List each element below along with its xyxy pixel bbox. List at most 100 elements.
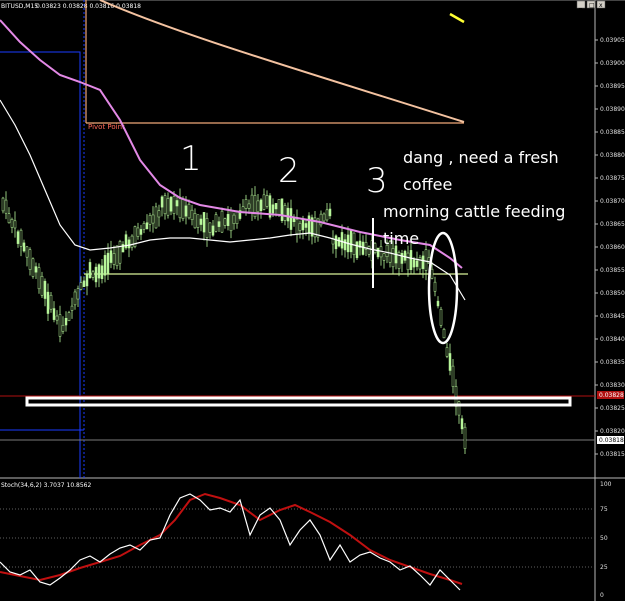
candle-body (229, 210, 233, 232)
candle-body (64, 318, 68, 326)
price-axis-label: 0.03870 (600, 198, 625, 205)
candle-body (373, 243, 377, 253)
candle-body (274, 203, 278, 210)
candle-body (376, 247, 380, 258)
candle-body (193, 213, 197, 229)
annotation-number-3: 3 (366, 161, 388, 201)
candle-body (418, 257, 422, 270)
price-chart[interactable]: BITUSD,M15 0.03823 0.03828 0.03816 0.038… (0, 0, 625, 601)
candle-body (73, 291, 77, 306)
stochastic-main-line (0, 493, 461, 591)
price-axis-label: 0.03825 (600, 405, 625, 412)
candle-body (181, 198, 185, 219)
candle-body (97, 264, 101, 279)
candle-body (172, 195, 176, 214)
stochastic-axis: 100 75 50 25 0 (600, 481, 612, 599)
stochastic-axis-label: 25 (600, 564, 608, 571)
candle-body (415, 260, 419, 267)
candle-body (340, 232, 344, 249)
stochastic-axis-label: 100 (600, 481, 612, 488)
candle-body (283, 205, 287, 221)
candle-body (130, 235, 134, 248)
candle-body (28, 249, 32, 270)
chart-window: BITUSD,M15 0.03823 0.03828 0.03816 0.038… (0, 0, 625, 601)
candle-body (421, 255, 425, 269)
price-axis-label: 0.03905 (600, 37, 625, 44)
candle-body (382, 253, 386, 261)
candle-body (103, 255, 107, 276)
candle-body (55, 315, 59, 321)
candle-body (136, 227, 140, 237)
candle-body (289, 208, 293, 230)
candle-body (154, 206, 158, 229)
price-axis-label: 0.03850 (600, 290, 625, 297)
price-tag-red-text: 0.03828 (599, 392, 624, 399)
candle-body (43, 280, 47, 299)
candle-body (430, 268, 434, 279)
candle-body (352, 232, 356, 255)
price-axis-label: 0.03830 (600, 382, 625, 389)
pivot-point-label: Pivot Point (88, 123, 125, 131)
candle-body (442, 328, 446, 339)
annotation-note-line-2: coffee (403, 175, 452, 194)
stochastic-label: Stoch(34,6,2) 3.7037 10.8562 (1, 482, 92, 489)
candle-body (106, 252, 110, 274)
candle-body (301, 218, 305, 231)
candle-body (250, 194, 254, 214)
price-tag-red: 0.03828 (597, 391, 624, 399)
candle-body (334, 235, 338, 250)
price-axis-label: 0.03860 (600, 244, 625, 251)
candle-body (160, 196, 164, 208)
price-axis-label: 0.03815 (600, 451, 625, 458)
price-axis-label: 0.03820 (600, 428, 625, 435)
candle-body (463, 426, 467, 449)
candle-body (277, 199, 281, 216)
candle-body (31, 258, 35, 277)
candle-body (157, 210, 161, 218)
candle-body (34, 266, 38, 273)
candle-body (220, 210, 224, 233)
candle-body (424, 249, 428, 271)
candle-body (127, 239, 131, 249)
stochastic-levels (0, 508, 595, 568)
candle-body (235, 211, 239, 225)
price-axis-label: 0.03835 (600, 359, 625, 366)
candle-body (100, 265, 104, 279)
candle-body (322, 213, 326, 222)
candle-body (304, 223, 308, 228)
candle-body (85, 273, 89, 287)
candle-body (22, 242, 26, 252)
candle-body (328, 208, 332, 217)
candle-body (40, 276, 44, 296)
candle-body (175, 200, 179, 207)
candle-body (439, 309, 443, 326)
candle-body (61, 324, 65, 332)
candle-body (178, 196, 182, 219)
candle-body (166, 198, 170, 216)
candle-body (82, 280, 86, 288)
candle-body (349, 229, 353, 253)
candle-body (91, 271, 95, 278)
candle-body (79, 282, 83, 290)
candle-body (367, 246, 371, 255)
candle-body (400, 253, 404, 264)
candle-body (4, 199, 8, 214)
candle-body (247, 203, 251, 209)
candle-body (337, 237, 341, 247)
candle-body (109, 250, 113, 263)
candle-body (223, 218, 227, 226)
candle-body (436, 300, 440, 307)
candle-body (118, 241, 122, 264)
price-axis-label: 0.03895 (600, 83, 625, 90)
price-tag-white: 0.03818 (597, 436, 624, 444)
candle-body (307, 215, 311, 234)
candle-body (37, 267, 41, 290)
candle-body (49, 294, 53, 310)
candle-body (142, 223, 146, 230)
candle-body (196, 214, 200, 228)
annotation-note-line-4: time (383, 229, 419, 248)
price-axis-label: 0.03840 (600, 336, 625, 343)
candle-body (139, 229, 143, 235)
stochastic-axis-label: 0 (600, 592, 604, 599)
candle-body (205, 218, 209, 238)
